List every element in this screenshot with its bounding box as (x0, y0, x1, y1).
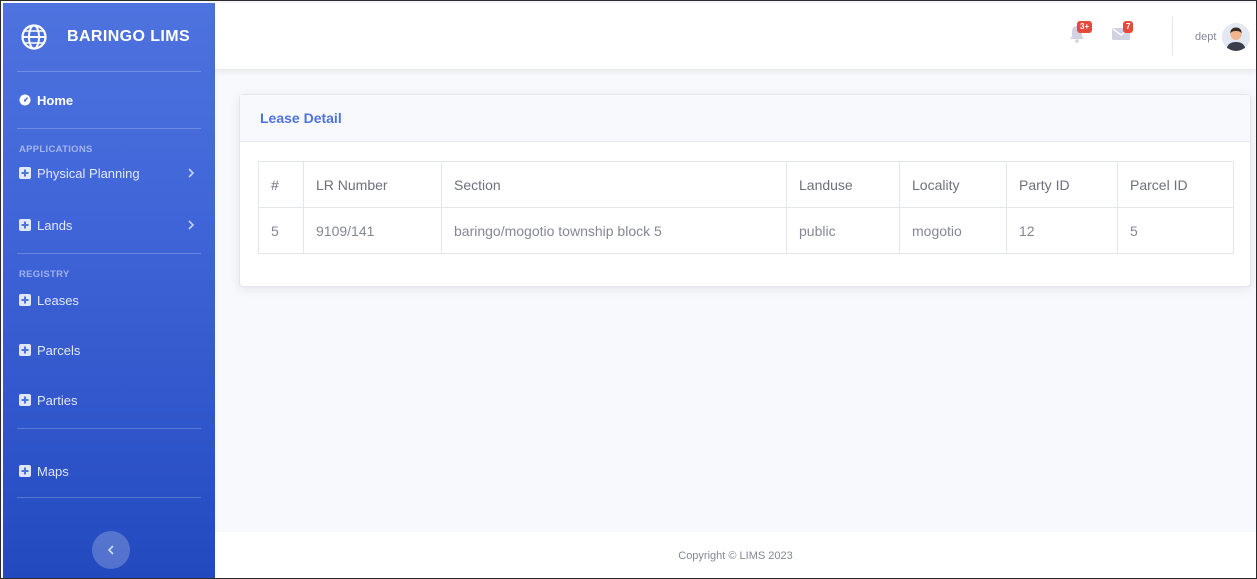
alerts-button[interactable]: 3+ (1069, 21, 1093, 48)
column-header-number: # (258, 161, 304, 208)
sidebar-item-label: Home (37, 92, 74, 108)
table-cell: mogotio (899, 207, 1007, 254)
table-cell: 9109/141 (303, 207, 442, 254)
user-name[interactable]: dept (1195, 31, 1216, 43)
sidebar-heading-registry: REGISTRY (19, 269, 70, 280)
brand-name: BARINGO LIMS (67, 28, 191, 45)
plus-square-icon (19, 465, 31, 477)
table-header-row: # LR Number Section Landuse Locality Par… (258, 161, 1234, 208)
sidebar-item-parties[interactable]: Parties (3, 388, 215, 412)
topbar: 3+ 7 dept (215, 3, 1256, 69)
column-header-parcel-id: Parcel ID (1117, 161, 1234, 208)
column-header-locality: Locality (899, 161, 1007, 208)
messages-button[interactable]: 7 (1112, 21, 1134, 46)
plus-square-icon (19, 294, 31, 306)
table-cell: public (786, 207, 900, 254)
sidebar-toggle-button[interactable] (92, 531, 130, 569)
plus-square-icon (19, 394, 31, 406)
sidebar-item-label: Physical Planning (37, 165, 140, 181)
sidebar-item-home[interactable]: Home (3, 72, 215, 128)
sidebar-item-label: Parties (37, 392, 78, 408)
sidebar-divider (17, 497, 201, 498)
plus-square-icon (19, 167, 31, 179)
sidebar-item-parcels[interactable]: Parcels (3, 338, 215, 362)
column-header-landuse: Landuse (786, 161, 900, 208)
topbar-divider (1172, 17, 1173, 55)
sidebar-item-label: Leases (37, 292, 79, 308)
alerts-badge: 3+ (1077, 21, 1093, 33)
tachometer-icon (19, 94, 31, 106)
sidebar-divider (17, 428, 201, 429)
plus-square-icon (19, 219, 31, 231)
table-cell: 5 (1117, 207, 1234, 254)
sidebar-item-physical-planning[interactable]: Physical Planning (3, 161, 215, 185)
sidebar-item-label: Parcels (37, 342, 81, 358)
sidebar-brand[interactable]: BARINGO LIMS (3, 3, 215, 71)
chevron-left-icon (107, 545, 114, 555)
column-header-party-id: Party ID (1006, 161, 1118, 208)
app-window: BARINGO LIMS Home APPLICATIONS Physical … (0, 0, 1257, 579)
sidebar-item-label: Maps (37, 463, 69, 479)
lease-detail-card: Lease Detail # LR Number Section Landuse… (239, 94, 1251, 287)
table-cell: 12 (1006, 207, 1118, 254)
table-row: 5 9109/141 baringo/mogotio township bloc… (258, 207, 1234, 254)
column-header-lr-number: LR Number (303, 161, 442, 208)
chevron-right-icon (188, 168, 195, 178)
copyright-text: Copyright © LIMS 2023 (678, 549, 793, 562)
user-avatar[interactable] (1222, 23, 1250, 51)
sidebar-item-maps[interactable]: Maps (3, 459, 215, 483)
sidebar-item-leases[interactable]: Leases (3, 288, 215, 312)
sidebar: BARINGO LIMS Home APPLICATIONS Physical … (3, 3, 215, 578)
table-cell: 5 (258, 207, 304, 254)
sidebar-item-label: Lands (37, 217, 73, 233)
chevron-right-icon (188, 220, 195, 230)
sidebar-heading-applications: APPLICATIONS (19, 144, 93, 155)
user-avatar-icon (1222, 23, 1250, 51)
messages-badge: 7 (1123, 21, 1134, 33)
plus-square-icon (19, 344, 31, 356)
card-title: Lease Detail (260, 110, 342, 126)
column-header-section: Section (441, 161, 787, 208)
sidebar-item-lands[interactable]: Lands (3, 213, 215, 237)
table-cell: baringo/mogotio township block 5 (441, 207, 787, 254)
lease-table: # LR Number Section Landuse Locality Par… (258, 161, 1234, 254)
footer: Copyright © LIMS 2023 (215, 532, 1256, 578)
card-header: Lease Detail (240, 95, 1250, 142)
globe-icon (21, 24, 47, 50)
